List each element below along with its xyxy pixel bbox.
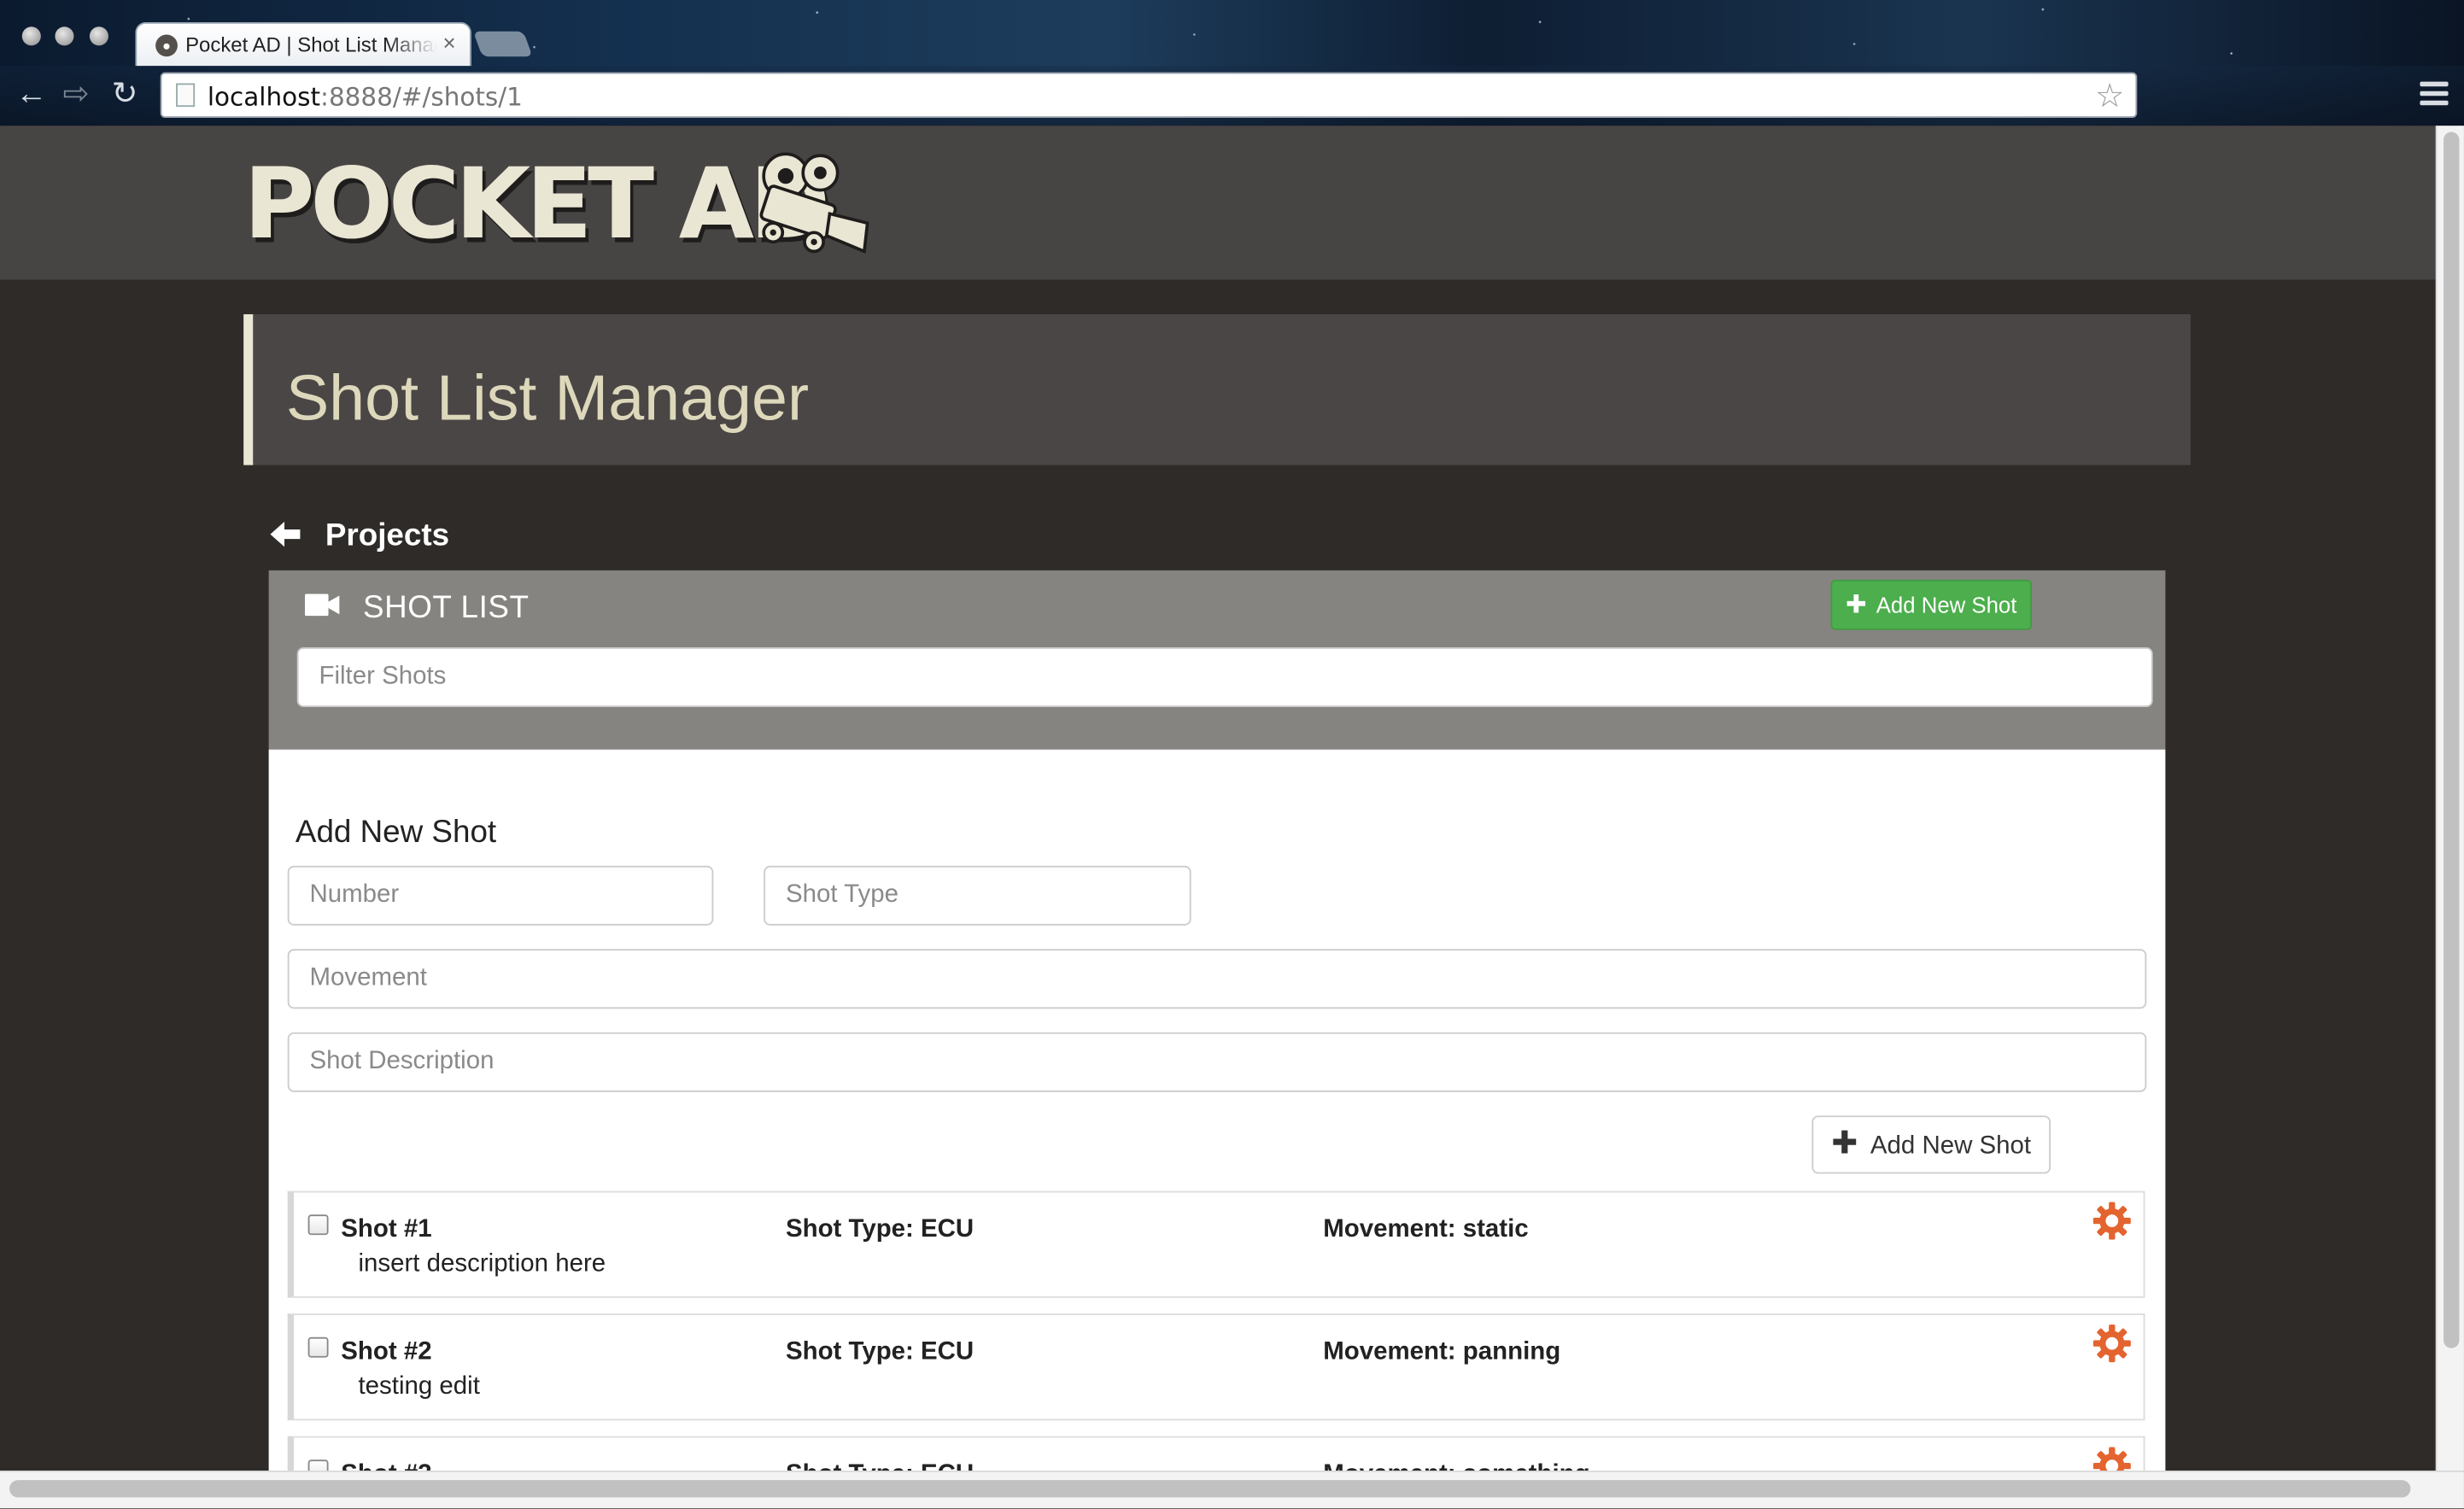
zoom-window-button[interactable] (89, 26, 108, 46)
pocketad-logo[interactable]: POCKET AD (243, 153, 830, 254)
page-icon (176, 83, 196, 108)
gear-icon[interactable] (2092, 1325, 2131, 1363)
browser-chrome: ● Pocket AD | Shot List Manager × ← ⇨ ↻ … (0, 0, 2464, 126)
shot-number: Shot #1 (341, 1216, 432, 1243)
new-tab-button[interactable] (472, 31, 533, 57)
tab-title: Pocket AD | Shot List Manager (185, 32, 437, 57)
shot-row: Shot #2 testing edit Shot Type: ECU Move… (287, 1313, 2145, 1421)
projects-link-label[interactable]: Projects (325, 518, 449, 554)
arrow-left-icon (270, 521, 301, 547)
shot-description-input[interactable] (287, 1032, 2147, 1092)
browser-menu-icon[interactable] (2420, 81, 2449, 107)
bookmark-star-icon[interactable]: ☆ (2095, 77, 2125, 116)
shot-number: Shot #3 (341, 1461, 431, 1471)
shot-list-title: SHOT LIST (363, 590, 530, 626)
minimize-window-button[interactable] (55, 26, 74, 46)
plus-icon: ✚ (1831, 1126, 1858, 1161)
shot-row: Shot #3 Shot Type: ECU Movement: somethi… (287, 1436, 2145, 1471)
address-bar[interactable]: localhost:8888/#/shots/1 ☆ (160, 72, 2138, 118)
site-header: POCKET AD (0, 126, 2436, 280)
vertical-scrollbar[interactable] (2435, 126, 2464, 1471)
add-new-shot-heading: Add New Shot (295, 815, 497, 851)
tab-close-icon[interactable]: × (443, 30, 456, 55)
horizontal-scrollbar[interactable] (0, 1471, 2464, 1509)
shot-type: Shot Type: ECU (785, 1338, 974, 1366)
gear-icon[interactable] (2092, 1202, 2131, 1240)
shot-list-panel-header: SHOT LIST ✚ Add New Shot (268, 570, 2166, 750)
shot-movement: Movement: panning (1323, 1338, 1561, 1366)
filter-shots-input[interactable] (296, 647, 2153, 707)
page-viewport: POCKET AD Shot List Manager Projects SHO… (0, 126, 2436, 1471)
shot-movement: Movement: static (1323, 1216, 1529, 1243)
shot-type-input[interactable] (764, 865, 1191, 926)
shot-number-input[interactable] (287, 865, 714, 926)
plus-icon: ✚ (1846, 592, 1867, 619)
shot-checkbox[interactable] (307, 1214, 329, 1236)
shot-movement: Movement: something (1323, 1461, 1589, 1471)
back-arrow-icon[interactable]: ← (15, 75, 47, 113)
shot-description: testing edit (358, 1373, 480, 1401)
shot-checkbox[interactable] (307, 1459, 329, 1471)
close-window-button[interactable] (21, 26, 41, 46)
pocketad-favicon-icon: ● (155, 34, 178, 57)
forward-arrow-icon[interactable]: ⇨ (63, 75, 90, 113)
film-camera-icon (759, 152, 869, 254)
reload-icon[interactable]: ↻ (112, 75, 138, 113)
shot-list-panel-body: Add New Shot ✚Add New Shot Shot #1 inser… (268, 749, 2166, 1471)
page-jumbotron: Shot List Manager (243, 313, 2191, 465)
shot-checkbox[interactable] (307, 1336, 329, 1358)
shot-description: insert description here (358, 1250, 606, 1278)
browser-tab[interactable]: ● Pocket AD | Shot List Manager × (135, 21, 471, 67)
add-new-shot-submit-button[interactable]: ✚ Add New Shot (1811, 1115, 2051, 1174)
add-new-shot-toggle-button[interactable]: ✚ Add New Shot (1830, 579, 2032, 630)
shot-row: Shot #1 insert description here Shot Typ… (287, 1190, 2145, 1298)
horizontal-scrollbar-thumb[interactable] (9, 1480, 2411, 1498)
shot-type: Shot Type: ECU (786, 1461, 974, 1471)
movement-input[interactable] (287, 949, 2147, 1009)
shot-number: Shot #2 (341, 1338, 432, 1366)
url-text[interactable]: localhost:8888/#/shots/1 (208, 82, 523, 112)
shot-type: Shot Type: ECU (785, 1216, 974, 1243)
vertical-scrollbar-thumb[interactable] (2444, 132, 2460, 1348)
video-camera-icon (304, 594, 340, 617)
gear-icon[interactable] (2092, 1447, 2131, 1471)
page-title: Shot List Manager (285, 361, 810, 434)
